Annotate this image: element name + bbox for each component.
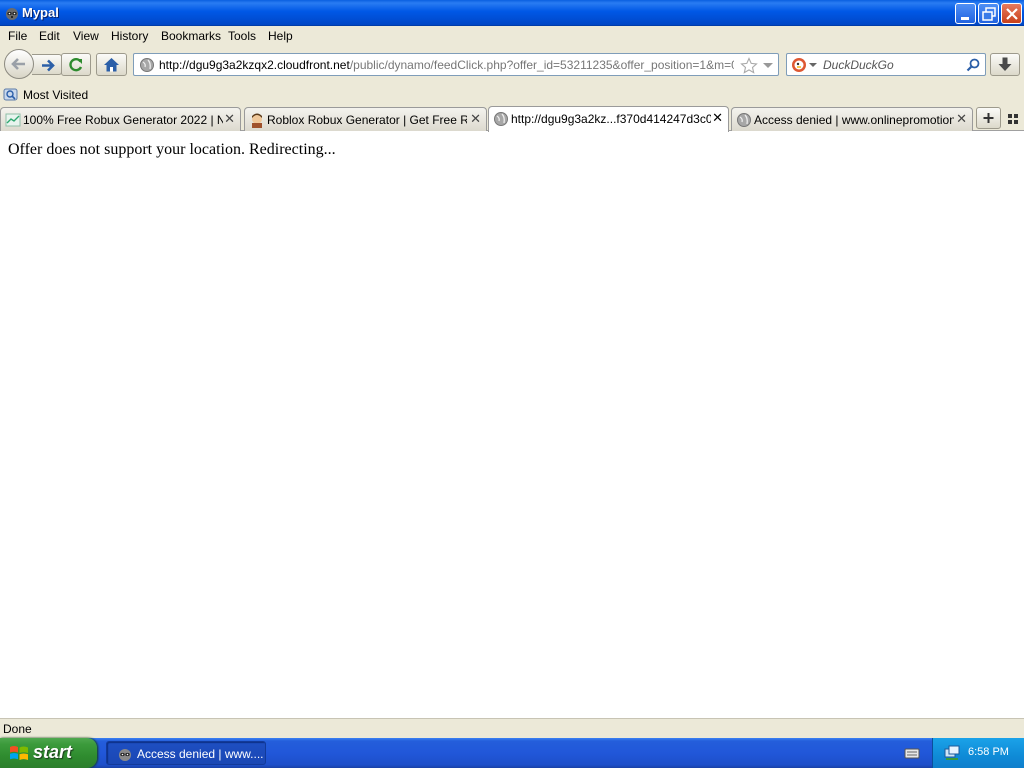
bookmarks-toolbar: Most Visited [0,84,1024,105]
url-dropdown-icon[interactable] [762,62,774,70]
start-button[interactable]: start [0,738,97,768]
reload-icon [69,58,83,72]
tab-close-icon[interactable]: ✕ [470,112,481,127]
status-bar: Done [0,718,1024,738]
raccoon-icon [6,8,18,20]
address-bar[interactable]: http://dgu9g3a2kzqx2.cloudfront.net/publ… [133,53,779,76]
plus-icon [983,113,994,123]
taskbar-item-mypal[interactable]: Access denied | www.... [106,741,266,765]
system-tray: 6:58 PM [932,738,1024,768]
raccoon-icon [119,749,131,761]
restore-icon [982,7,996,21]
redirect-message: Offer does not support your location. Re… [8,141,336,158]
menu-bar: File Edit View History Bookmarks Tools H… [0,26,1024,46]
globe-icon [494,112,508,126]
tab-cloudfront-active[interactable]: http://dgu9g3a2kz...f370d414247d3c07a ✕ [488,106,729,132]
minimize-button[interactable] [955,3,976,24]
clock[interactable]: 6:58 PM [968,746,1009,758]
folder-search-icon [3,88,18,101]
tab-strip: 100% Free Robux Generator 2022 | No... ✕… [0,105,1024,132]
tab-close-icon[interactable]: ✕ [224,112,235,127]
back-button[interactable] [4,49,34,79]
menu-bookmarks[interactable]: Bookmarks [161,29,221,43]
back-arrow-icon [11,58,25,70]
status-text: Done [3,722,32,736]
avatar-favicon-icon [252,113,262,128]
navigation-toolbar: http://dgu9g3a2kzqx2.cloudfront.net/publ… [0,46,1024,84]
taskbar-item-label: Access denied | www.... [137,747,264,761]
globe-icon [737,113,751,127]
restore-button[interactable] [978,3,999,24]
bookmark-most-visited[interactable]: Most Visited [0,84,90,105]
network-icon[interactable] [943,744,961,762]
engine-dropdown-icon[interactable] [809,63,817,68]
close-window-button[interactable] [1001,3,1022,24]
page-content: Offer does not support your location. Re… [0,131,1024,718]
tab-label: Access denied | www.onlinepromotions... [754,113,954,127]
back-forward-group [4,49,62,79]
menu-help[interactable]: Help [268,29,293,43]
tab-label: Roblox Robux Generator | Get Free Ro... [267,113,467,127]
keyboard-icon[interactable] [904,746,920,760]
menu-edit[interactable]: Edit [39,29,60,43]
menu-file[interactable]: File [8,29,27,43]
window-title: Mypal [22,5,59,20]
close-icon [1006,8,1018,20]
tab-roblox-robux-generator[interactable]: Roblox Robux Generator | Get Free Ro... … [244,107,487,131]
bookmark-star-icon[interactable] [740,57,758,74]
search-icon[interactable] [965,57,981,73]
download-arrow-icon [998,57,1012,71]
list-all-tabs-icon[interactable] [1007,113,1019,125]
windows-logo-icon [10,746,28,760]
search-placeholder: DuckDuckGo [823,58,894,72]
url-text: http://dgu9g3a2kzqx2.cloudfront.net/publ… [159,58,734,72]
home-button[interactable] [96,53,127,76]
forward-button[interactable] [32,54,62,75]
menu-tools[interactable]: Tools [228,29,256,43]
minimize-icon [961,17,969,20]
menu-history[interactable]: History [111,29,148,43]
chart-favicon-icon [5,113,21,127]
bookmark-label: Most Visited [23,88,89,102]
duckduckgo-icon[interactable] [791,57,807,73]
window-titlebar[interactable]: Mypal [0,0,1024,26]
home-icon [104,58,119,72]
new-tab-button[interactable] [976,107,1001,129]
tab-robux-generator-2022[interactable]: 100% Free Robux Generator 2022 | No... ✕ [0,107,241,131]
downloads-button[interactable] [990,53,1020,76]
tab-close-icon[interactable]: ✕ [712,111,723,126]
tab-label: http://dgu9g3a2kz...f370d414247d3c07a [511,112,711,126]
menu-view[interactable]: View [73,29,99,43]
tab-access-denied[interactable]: Access denied | www.onlinepromotions... … [731,107,973,131]
start-label: start [33,742,73,762]
reload-button[interactable] [61,53,91,76]
forward-arrow-icon [42,59,55,72]
globe-icon [140,58,154,72]
search-bar[interactable]: DuckDuckGo [786,53,986,76]
tab-close-icon[interactable]: ✕ [956,112,967,127]
taskbar: start Access denied | www.... 6:58 PM [0,738,1024,768]
tab-label: 100% Free Robux Generator 2022 | No... [23,113,223,127]
